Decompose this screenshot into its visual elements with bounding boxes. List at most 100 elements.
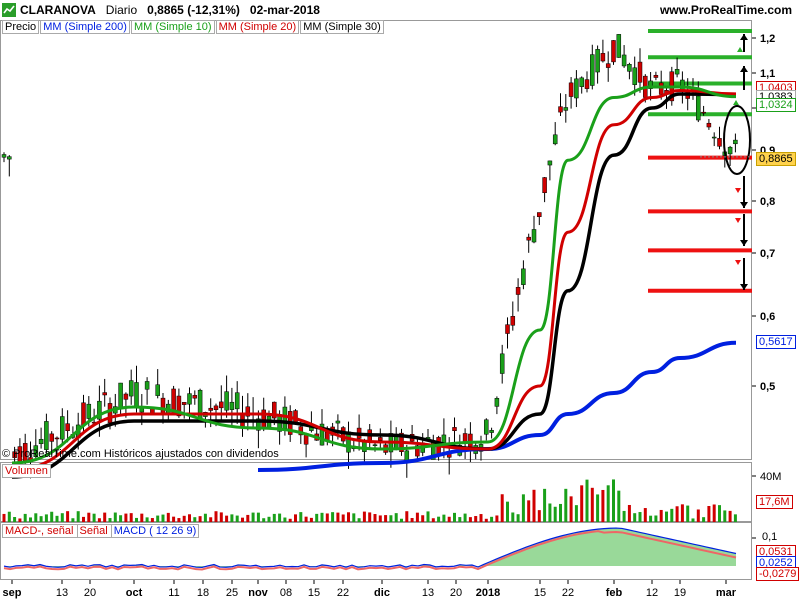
candle-body	[489, 430, 494, 433]
candle-body	[219, 401, 224, 409]
legend-ma20[interactable]: MM (Simple 20)	[215, 20, 300, 34]
signal-marker	[737, 47, 743, 52]
volume-bar	[718, 505, 721, 522]
volume-bar	[29, 517, 32, 522]
y-tick-label: 0,5	[760, 381, 775, 393]
up-arrow-head	[740, 66, 748, 72]
volume-bar	[278, 513, 282, 522]
ma10-value-tag: 1,0324	[756, 98, 796, 112]
x-tick-label: 20	[450, 587, 462, 599]
macd-label[interactable]: MACD ( 12 26 9)	[110, 525, 197, 537]
volume-bar	[55, 515, 59, 522]
candle-body	[521, 268, 526, 285]
candle-body	[123, 393, 129, 400]
candle-body	[510, 316, 516, 326]
x-tick-label: 13	[422, 587, 434, 599]
volume-bar	[129, 513, 133, 522]
volume-bar	[728, 510, 732, 522]
volume-bar	[506, 501, 509, 522]
volume-bar	[294, 514, 297, 522]
volume-bar	[256, 512, 260, 522]
candle-body	[568, 82, 574, 97]
volume-bar	[246, 514, 250, 522]
candle-body	[452, 427, 457, 431]
legend-ma30[interactable]: MM (Simple 30)	[300, 20, 384, 34]
ma200-value-tag: 0,5617	[756, 335, 796, 349]
x-tick-label: 19	[674, 587, 686, 599]
x-tick-label: oct	[126, 587, 143, 599]
volume-bar	[325, 513, 329, 522]
volume-bar	[654, 515, 658, 522]
candle-body	[600, 53, 606, 62]
volume-bar	[214, 511, 218, 522]
legend-ma200[interactable]: MM (Simple 200)	[40, 20, 130, 34]
volume-bar	[596, 494, 600, 522]
volume-bar	[548, 503, 552, 522]
x-tick-label: 13	[56, 587, 68, 599]
x-tick-label: 11	[168, 587, 179, 599]
volume-bar	[532, 489, 536, 522]
volume-bar	[458, 517, 462, 522]
volume-bar	[166, 512, 170, 522]
volume-bar	[336, 512, 340, 522]
candle-body	[611, 40, 616, 63]
candle-body	[155, 384, 160, 396]
x-tick-label: 08	[280, 587, 292, 599]
candle-body	[118, 382, 123, 409]
candle-body	[107, 403, 113, 424]
candle-body	[65, 423, 70, 432]
candle-body	[706, 122, 712, 128]
volume-bar	[150, 518, 154, 522]
volume-bar	[723, 510, 727, 522]
candle-body	[595, 49, 600, 73]
candle-body	[563, 107, 569, 111]
candle-body	[494, 398, 500, 407]
volume-bar	[34, 513, 38, 522]
volume-bar	[87, 512, 91, 522]
volume-bar	[50, 511, 54, 522]
x-tick-label: 2018	[476, 587, 500, 599]
volume-bar	[108, 518, 112, 522]
legend-price[interactable]: Precio	[2, 20, 40, 34]
volume-bar	[400, 518, 403, 522]
candle-body	[49, 433, 54, 442]
macd-signal-label[interactable]: Señal	[76, 525, 108, 537]
signal-marker	[733, 100, 739, 105]
volume-bar	[378, 515, 382, 522]
volume-bar	[686, 505, 690, 522]
x-tick-label: 12	[646, 587, 658, 599]
volume-bar	[299, 512, 303, 522]
volume-bar	[415, 512, 419, 522]
volume-bar	[357, 518, 361, 522]
volume-bar	[643, 508, 647, 522]
volume-bar	[521, 494, 525, 522]
volume-bar	[633, 513, 637, 522]
volume-bar	[431, 518, 435, 522]
volume-current-tag: 17,6M	[756, 495, 793, 509]
volume-bar	[182, 515, 186, 522]
candle-body	[701, 111, 706, 114]
volume-bar	[649, 515, 653, 522]
volume-bar	[309, 517, 313, 522]
volume-bar	[468, 517, 472, 522]
volume-label[interactable]: Volumen	[2, 464, 51, 478]
volume-bar	[262, 518, 266, 522]
volume-bar	[590, 487, 594, 522]
candle-body	[213, 405, 219, 411]
volume-bar	[304, 516, 308, 522]
candle-body	[727, 146, 733, 155]
volume-bar	[585, 479, 589, 522]
signal-marker	[735, 260, 741, 265]
volume-bar	[421, 515, 425, 522]
legend-ma10[interactable]: MM (Simple 10)	[130, 20, 215, 34]
volume-bar	[235, 515, 239, 522]
candle-body	[234, 392, 240, 410]
candle-body	[441, 434, 447, 444]
y-tick-label: 0,7	[760, 248, 775, 260]
volume-bar	[511, 512, 515, 522]
macd-signal-line-label[interactable]: MACD-, señal	[5, 525, 73, 537]
candle-body	[86, 403, 92, 419]
volume-bar	[606, 485, 610, 522]
volume-bar	[670, 508, 674, 522]
volume-bar	[135, 517, 138, 522]
